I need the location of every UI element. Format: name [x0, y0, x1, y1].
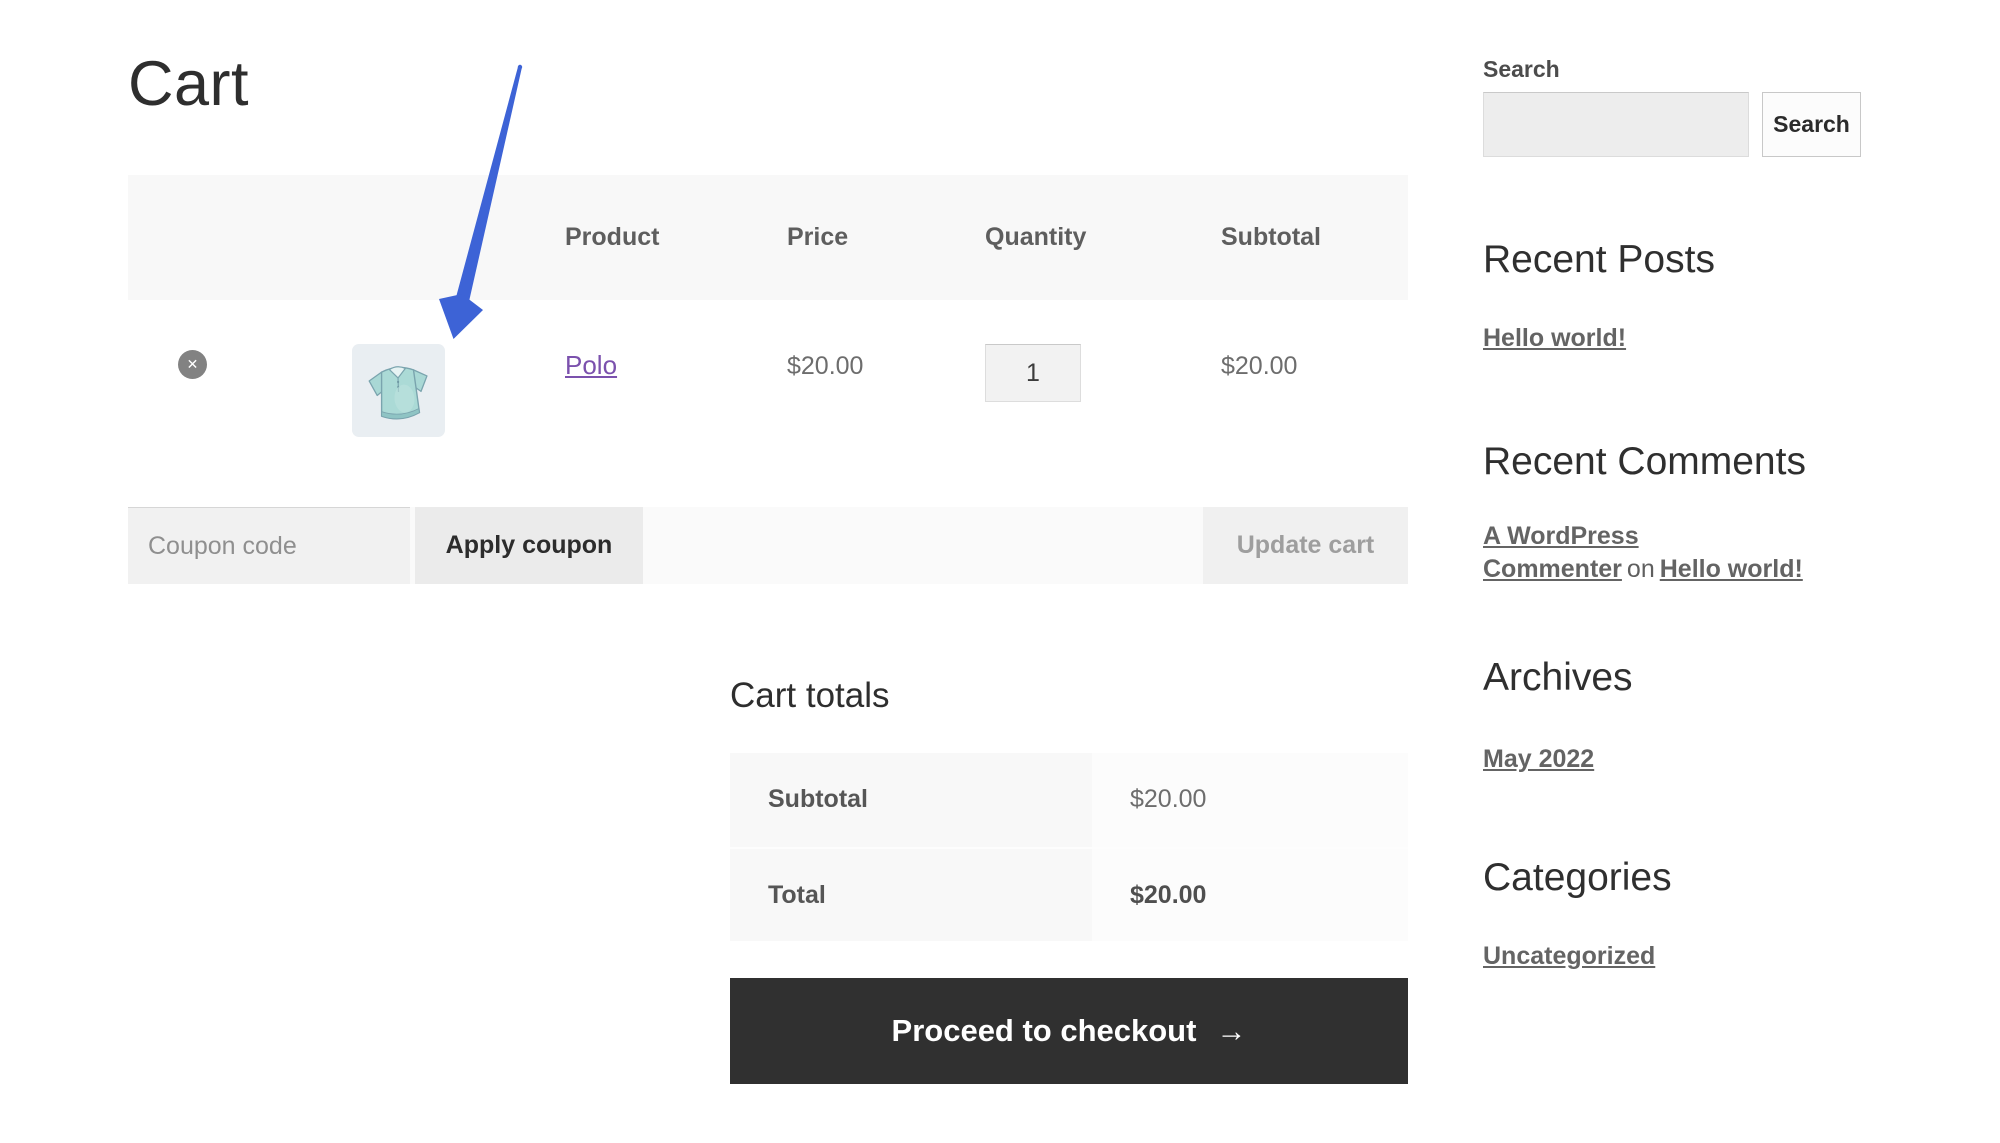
recent-comment-item: A WordPress Commenter on Hello world! — [1483, 520, 1833, 586]
cart-actions-row: Apply coupon Update cart — [128, 507, 1408, 584]
total-value: $20.00 — [1130, 881, 1207, 909]
item-subtotal: $20.00 — [1221, 352, 1298, 380]
total-row: Total $20.00 — [730, 847, 1408, 941]
archives-heading: Archives — [1483, 656, 1633, 699]
cart-item-row: ✕ Polo $20.00 $20.00 — [128, 300, 1408, 500]
polo-shirt-icon — [368, 366, 428, 420]
page-title: Cart — [128, 49, 250, 119]
close-icon: ✕ — [186, 356, 199, 372]
recent-posts-heading: Recent Posts — [1483, 238, 1715, 281]
cart-totals-table: Subtotal $20.00 Total $20.00 — [730, 753, 1408, 941]
proceed-to-checkout-button[interactable]: Proceed to checkout → — [730, 978, 1408, 1084]
total-label-cell: Total — [730, 849, 1092, 941]
sidebar-search-button[interactable]: Search — [1762, 92, 1861, 157]
product-name-link[interactable]: Polo — [565, 350, 617, 381]
column-header-subtotal: Subtotal — [1221, 223, 1321, 251]
categories-heading: Categories — [1483, 856, 1672, 899]
comment-author-link[interactable]: A WordPress Commenter — [1483, 522, 1639, 583]
subtotal-label: Subtotal — [768, 785, 868, 813]
recent-comments-heading: Recent Comments — [1483, 440, 1806, 483]
column-header-price: Price — [787, 223, 849, 251]
product-thumbnail[interactable] — [352, 344, 445, 437]
cart-page: Cart Product Price Quantity Subtotal ✕ P… — [0, 0, 2000, 1143]
comment-post-link[interactable]: Hello world! — [1660, 555, 1803, 583]
remove-item-button[interactable]: ✕ — [178, 350, 207, 379]
subtotal-value: $20.00 — [1130, 785, 1207, 813]
apply-coupon-button[interactable]: Apply coupon — [415, 507, 643, 584]
coupon-code-input[interactable] — [128, 507, 410, 584]
subtotal-row: Subtotal $20.00 — [730, 753, 1408, 847]
column-header-quantity: Quantity — [985, 223, 1087, 251]
comment-connector: on — [1626, 555, 1655, 583]
total-label: Total — [768, 881, 826, 909]
subtotal-label-cell: Subtotal — [730, 753, 1092, 847]
column-header-product: Product — [565, 223, 660, 251]
cart-totals-title: Cart totals — [730, 676, 890, 715]
item-price: $20.00 — [787, 352, 864, 380]
right-arrow-icon: → — [1216, 1015, 1247, 1048]
recent-post-link[interactable]: Hello world! — [1483, 324, 1626, 353]
category-link[interactable]: Uncategorized — [1483, 942, 1655, 971]
checkout-button-label: Proceed to checkout — [891, 1013, 1197, 1048]
sidebar-search-title: Search — [1483, 56, 1560, 82]
cart-table-header: Product Price Quantity Subtotal — [128, 175, 1408, 300]
total-value-cell: $20.00 — [1092, 849, 1408, 941]
quantity-input[interactable] — [985, 344, 1081, 402]
sidebar-search-input[interactable] — [1483, 92, 1749, 157]
subtotal-value-cell: $20.00 — [1092, 753, 1408, 847]
update-cart-button[interactable]: Update cart — [1203, 507, 1408, 584]
archive-link[interactable]: May 2022 — [1483, 745, 1594, 774]
